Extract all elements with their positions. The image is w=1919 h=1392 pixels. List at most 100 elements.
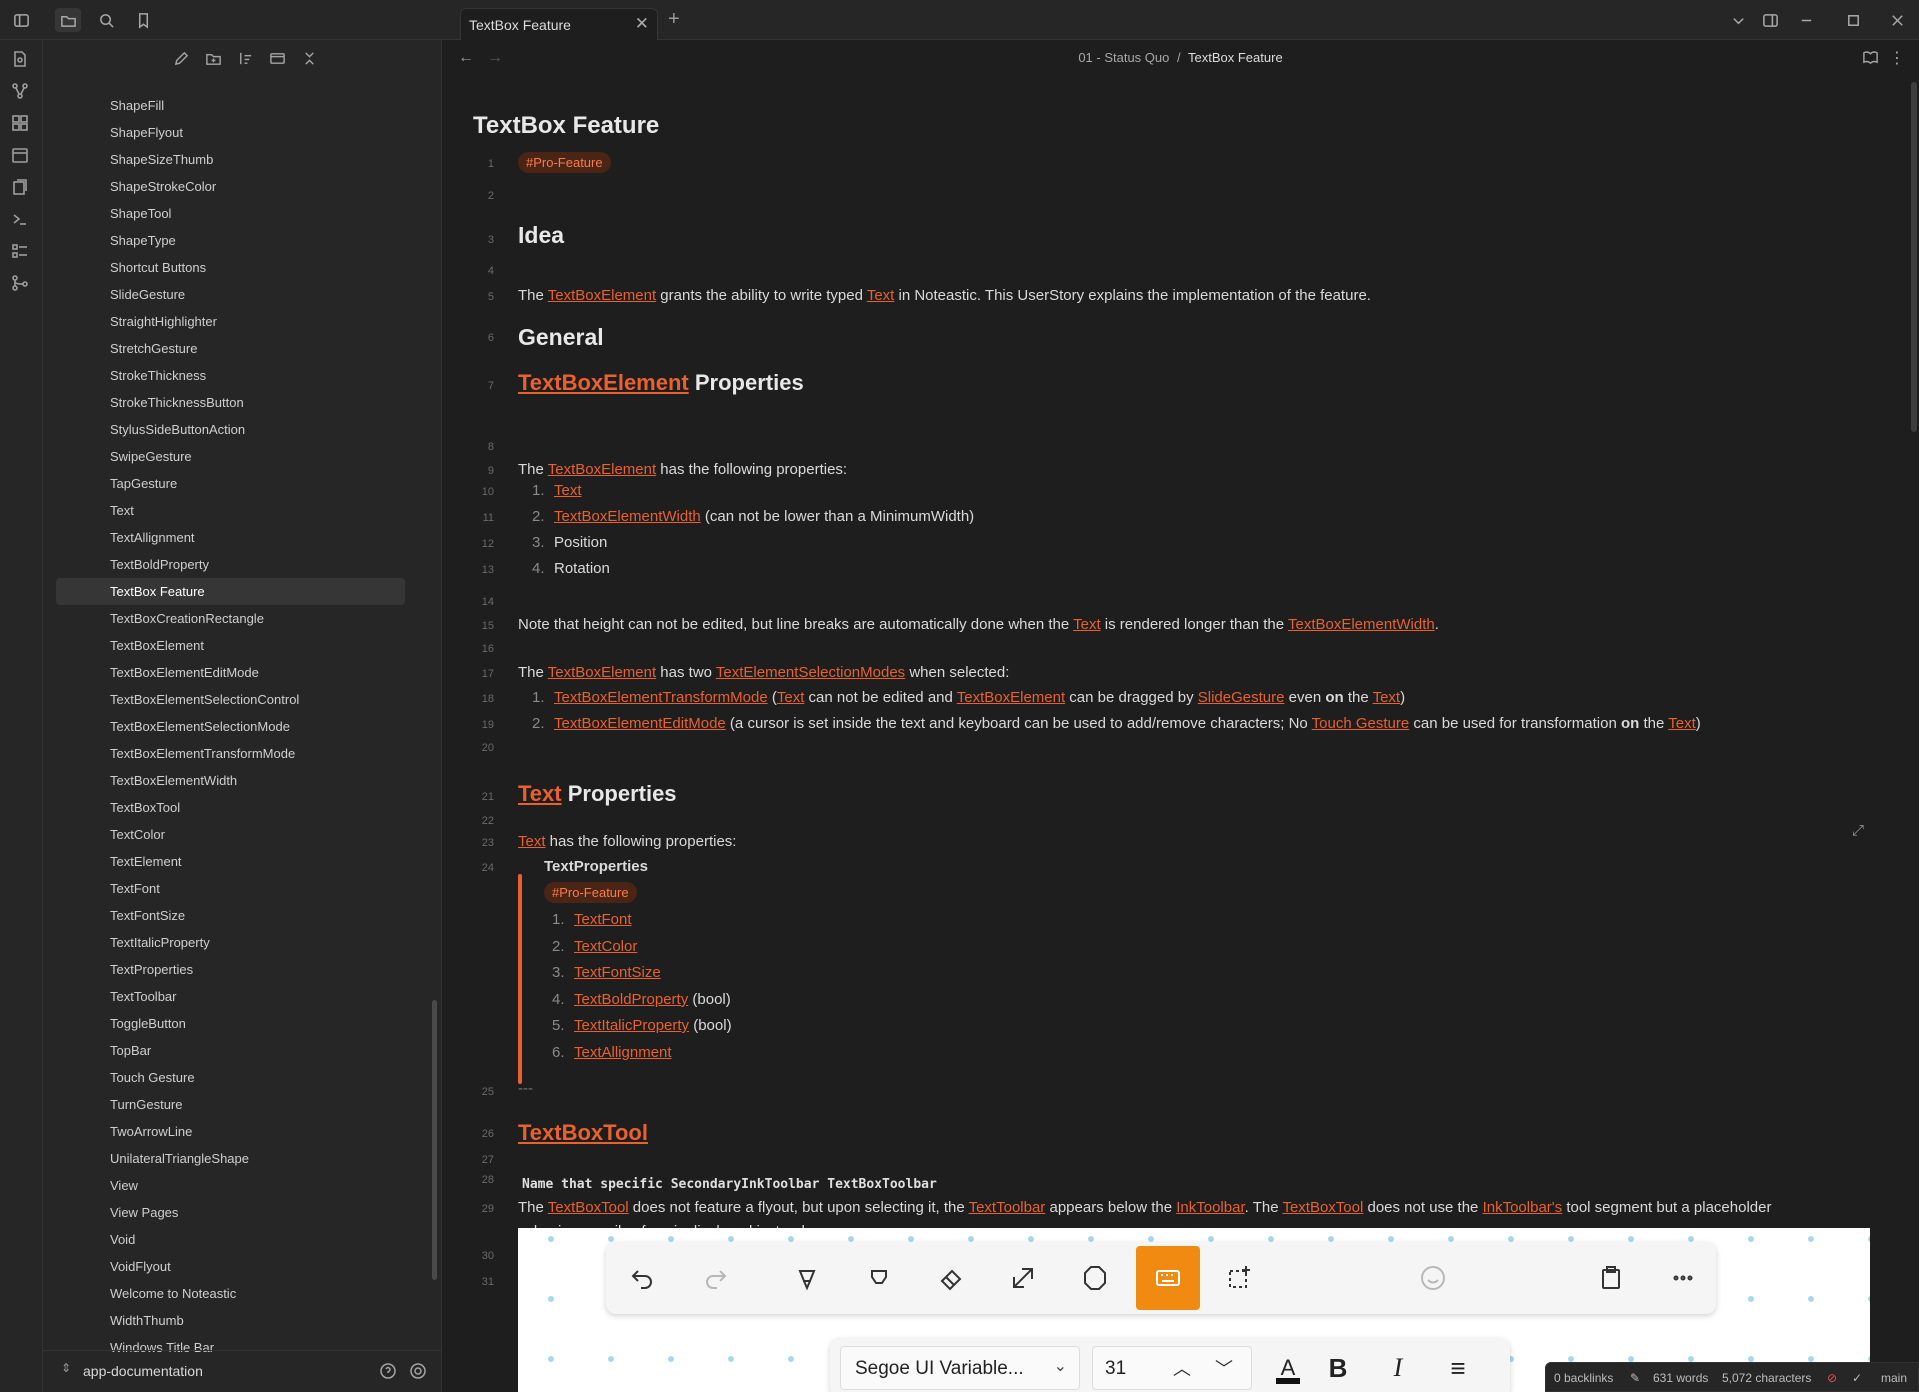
backlinks-count[interactable]: 0 backlinks — [1554, 1371, 1613, 1385]
file-item[interactable]: Void — [56, 1226, 405, 1253]
file-item[interactable]: TextProperties — [56, 956, 405, 983]
list-item[interactable]: 2. TextBoxElementWidth (can not be lower … — [532, 508, 974, 525]
paragraph[interactable]: The TextBoxElement grants the ability to… — [518, 287, 1371, 304]
paragraph[interactable]: The TextBoxTool does not feature a flyou… — [518, 1199, 1771, 1216]
link-textboxelement[interactable]: TextBoxElement — [548, 461, 656, 478]
maximize-icon[interactable] — [1840, 8, 1866, 32]
file-item[interactable]: StrokeThicknessButton — [56, 389, 405, 416]
file-item[interactable]: ToggleButton — [56, 1010, 405, 1037]
file-item[interactable]: TopBar — [56, 1037, 405, 1064]
link-textallignment[interactable]: TextAllignment — [574, 1044, 672, 1061]
file-item[interactable]: Text — [56, 497, 405, 524]
list-item[interactable]: 5. TextItalicProperty (bool) — [552, 1017, 732, 1034]
heading-general[interactable]: General — [518, 324, 604, 351]
tab-textbox-feature[interactable]: TextBox Feature ✕ — [460, 8, 658, 40]
files-icon[interactable] — [55, 8, 81, 32]
file-item[interactable]: View Pages — [56, 1199, 405, 1226]
file-item[interactable]: TextBoxElementWidth — [56, 767, 405, 794]
file-item[interactable]: SwipeGesture — [56, 443, 405, 470]
list-item[interactable]: 1. TextFont — [552, 911, 632, 928]
list-item[interactable]: 6. TextAllignment — [552, 1044, 672, 1061]
list-item[interactable]: 3. TextFontSize — [552, 964, 661, 981]
help-icon[interactable] — [379, 1362, 397, 1385]
file-item[interactable]: StylusSideButtonAction — [56, 416, 405, 443]
file-item[interactable]: Touch Gesture — [56, 1064, 405, 1091]
file-item[interactable]: ShapeStrokeColor — [56, 173, 405, 200]
list-item[interactable]: 1. Text — [532, 482, 582, 499]
link-text[interactable]: Text — [554, 482, 582, 499]
calendar-icon[interactable] — [11, 146, 31, 166]
file-item[interactable]: ShapeType — [56, 227, 405, 254]
git-branch[interactable]: main — [1881, 1371, 1907, 1385]
file-item[interactable]: WidthThumb — [56, 1307, 405, 1334]
bold-code-line[interactable]: Name that specific SecondaryInkToolbar T… — [522, 1177, 937, 1192]
link-textitalicproperty[interactable]: TextItalicProperty — [574, 1017, 689, 1034]
tag-pro-feature[interactable]: #Pro-Feature — [544, 882, 637, 903]
document[interactable]: TextBox Feature 1 #Pro-Feature 2 3 Idea 4 … — [442, 40, 1902, 1392]
paragraph[interactable]: Text has the following properties: — [518, 833, 736, 850]
link-textboxelement[interactable]: TextBoxElement — [518, 370, 689, 395]
link-texttoolbar[interactable]: TextToolbar — [969, 1199, 1046, 1216]
file-item[interactable]: TextAllignment — [56, 524, 405, 551]
list-item[interactable]: 2. TextBoxElementEditMode (a cursor is se… — [532, 715, 1701, 732]
canvas-icon[interactable] — [11, 114, 31, 134]
link-textboxelementwidth[interactable]: TextBoxElementWidth — [554, 508, 701, 525]
list-item[interactable]: 2. TextColor — [552, 938, 637, 955]
embed-title[interactable]: TextProperties — [544, 858, 648, 875]
link-textboxelement[interactable]: TextBoxElement — [548, 287, 656, 304]
paragraph[interactable]: The TextBoxElement has two TextElementSe… — [518, 664, 1009, 681]
heading-idea[interactable]: Idea — [518, 222, 564, 249]
link-text[interactable]: Text — [867, 287, 895, 304]
terminal-icon[interactable] — [11, 210, 31, 230]
link-textboxtool[interactable]: TextBoxTool — [548, 1199, 629, 1216]
link-textboxelementeditmode[interactable]: TextBoxElementEditMode — [554, 715, 726, 732]
file-item[interactable]: TextFont — [56, 875, 405, 902]
collapse-all-icon[interactable] — [301, 50, 323, 72]
pencil-icon[interactable]: ✎ — [1630, 1371, 1640, 1385]
link-text[interactable]: Text — [1373, 689, 1401, 706]
link-textboxelementwidth[interactable]: TextBoxElementWidth — [1288, 616, 1435, 633]
templates-icon[interactable] — [11, 178, 31, 198]
horizontal-rule-source[interactable]: --- — [518, 1080, 533, 1097]
list-item[interactable]: 3. Position — [532, 534, 607, 551]
file-item[interactable]: VoidFlyout — [56, 1253, 405, 1280]
file-item[interactable]: TapGesture — [56, 470, 405, 497]
sync-off-icon[interactable]: ⊘ — [1827, 1371, 1837, 1385]
link-textboxtool[interactable]: TextBoxTool — [518, 1120, 648, 1145]
list-item[interactable]: 1. TextBoxElementTransformMode (Text can … — [532, 689, 1405, 706]
sort-icon[interactable] — [237, 50, 259, 72]
search-icon[interactable] — [93, 8, 119, 32]
file-item[interactable]: ShapeFlyout — [56, 119, 405, 146]
file-item[interactable]: StretchGesture — [56, 335, 405, 362]
link-textboxelementtransformmode[interactable]: TextBoxElementTransformMode — [554, 689, 768, 706]
paragraph[interactable]: Note that height can not be edited, but … — [518, 616, 1439, 633]
link-textboxelement[interactable]: TextBoxElement — [957, 689, 1065, 706]
check-icon[interactable]: ✓ — [1852, 1371, 1862, 1385]
new-tab-icon[interactable]: + — [668, 8, 680, 31]
link-textcolor[interactable]: TextColor — [574, 938, 637, 955]
link-textboxtool[interactable]: TextBoxTool — [1282, 1199, 1363, 1216]
link-textboxelement[interactable]: TextBoxElement — [548, 664, 656, 681]
vault-name[interactable]: app-documentation — [83, 1363, 203, 1379]
right-sidebar-toggle-icon[interactable] — [1757, 8, 1783, 32]
file-item[interactable]: TextBoxCreationRectangle — [56, 605, 405, 632]
file-item[interactable]: TextColor — [56, 821, 405, 848]
git-icon[interactable] — [11, 274, 31, 294]
file-item[interactable]: TextElement — [56, 848, 405, 875]
file-item[interactable]: TextBoxElementEditMode — [56, 659, 405, 686]
link-textelementselectionmodes[interactable]: TextElementSelectionModes — [716, 664, 905, 681]
minimize-icon[interactable] — [1793, 8, 1819, 32]
new-folder-icon[interactable] — [205, 50, 227, 72]
tab-close-icon[interactable]: ✕ — [635, 14, 649, 34]
list-item[interactable]: 4. TextBoldProperty (bool) — [552, 991, 731, 1008]
file-item[interactable]: Shortcut Buttons — [56, 254, 405, 281]
link-slidegesture[interactable]: SlideGesture — [1198, 689, 1285, 706]
tag-pro-feature[interactable]: #Pro-Feature — [518, 152, 611, 173]
editor-scrollbar[interactable] — [1911, 82, 1917, 432]
close-window-icon[interactable] — [1884, 8, 1910, 32]
heading-textboxelement-properties[interactable]: TextBoxElement Properties — [518, 370, 804, 396]
heading-textboxtool[interactable]: TextBoxTool — [518, 1120, 648, 1146]
file-item[interactable]: StrokeThickness — [56, 362, 405, 389]
outline-icon[interactable] — [11, 242, 31, 262]
link-inktoolbar[interactable]: InkToolbar — [1176, 1199, 1244, 1216]
